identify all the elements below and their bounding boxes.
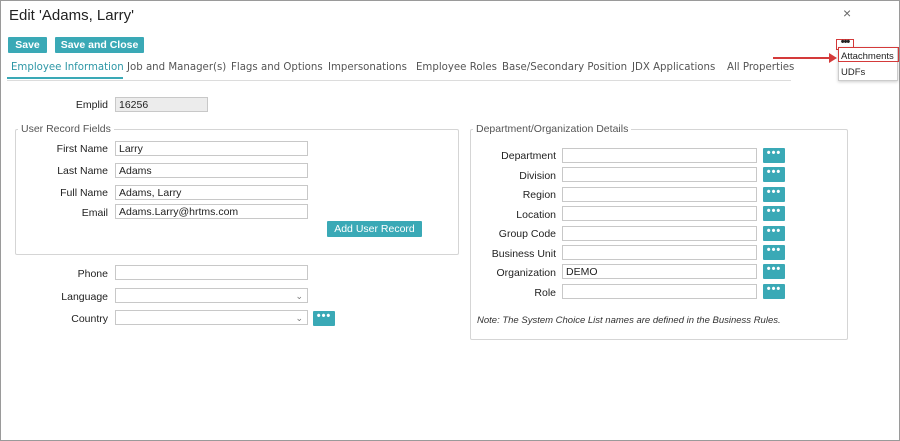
- emplid-field: 16256: [115, 97, 208, 112]
- tab-base-secondary-position[interactable]: Base/Secondary Position: [502, 62, 627, 73]
- division-label: Division: [519, 170, 556, 182]
- last-name-field[interactable]: Adams: [115, 163, 308, 178]
- close-icon[interactable]: ×: [843, 5, 851, 21]
- tab-jdx-applications[interactable]: JDX Applications: [632, 62, 715, 73]
- business-rules-note: Note: The System Choice List names are d…: [477, 315, 781, 326]
- tab-flags-and-options[interactable]: Flags and Options: [231, 62, 323, 73]
- business-unit-field[interactable]: [562, 245, 757, 260]
- organization-field[interactable]: DEMO: [562, 264, 757, 279]
- organization-label: Organization: [496, 267, 556, 279]
- location-lookup-button[interactable]: •••: [763, 206, 785, 221]
- department-field[interactable]: [562, 148, 757, 163]
- group-code-label: Group Code: [498, 228, 556, 240]
- email-field[interactable]: Adams.Larry@hrtms.com: [115, 204, 308, 219]
- location-label: Location: [516, 209, 556, 221]
- tab-employee-roles[interactable]: Employee Roles: [416, 62, 497, 73]
- country-lookup-button[interactable]: •••: [313, 311, 335, 326]
- phone-label: Phone: [77, 268, 108, 280]
- group-code-field[interactable]: [562, 226, 757, 241]
- tab-impersonations[interactable]: Impersonations: [328, 62, 407, 73]
- location-field[interactable]: [562, 206, 757, 221]
- dept-legend: Department/Organization Details: [473, 123, 632, 135]
- first-name-field[interactable]: Larry: [115, 141, 308, 156]
- region-field[interactable]: [562, 187, 757, 202]
- group-code-lookup-button[interactable]: •••: [763, 226, 785, 241]
- organization-lookup-button[interactable]: •••: [763, 264, 785, 279]
- full-name-field[interactable]: Adams, Larry: [115, 185, 308, 200]
- division-lookup-button[interactable]: •••: [763, 167, 785, 182]
- country-select[interactable]: ⌄: [115, 310, 308, 325]
- chevron-down-icon: ⌄: [295, 313, 303, 323]
- language-label: Language: [61, 291, 108, 303]
- arrow-icon: [773, 53, 837, 63]
- tab-bar: Employee Information Job and Manager(s) …: [7, 62, 797, 82]
- last-name-label: Last Name: [57, 165, 108, 177]
- tab-divider: [7, 80, 791, 81]
- region-label: Region: [522, 189, 556, 201]
- business-unit-label: Business Unit: [491, 248, 556, 260]
- add-user-record-button[interactable]: Add User Record: [327, 221, 422, 237]
- menu-item-udfs[interactable]: UDFs: [841, 67, 865, 78]
- department-label: Department: [501, 150, 556, 162]
- save-and-close-button[interactable]: Save and Close: [55, 37, 144, 53]
- division-field[interactable]: [562, 167, 757, 182]
- first-name-label: First Name: [56, 143, 108, 155]
- region-lookup-button[interactable]: •••: [763, 187, 785, 202]
- email-label: Email: [81, 207, 108, 219]
- role-label: Role: [534, 287, 556, 299]
- department-lookup-button[interactable]: •••: [763, 148, 785, 163]
- emplid-label: Emplid: [75, 99, 108, 111]
- dialog-title: Edit 'Adams, Larry': [9, 7, 134, 24]
- language-select[interactable]: ⌄: [115, 288, 308, 303]
- role-field[interactable]: [562, 284, 757, 299]
- role-lookup-button[interactable]: •••: [763, 284, 785, 299]
- attachments-highlight: [838, 47, 899, 62]
- save-button[interactable]: Save: [8, 37, 47, 53]
- chevron-down-icon: ⌄: [295, 291, 303, 301]
- tab-job-and-managers[interactable]: Job and Manager(s): [127, 62, 226, 73]
- tab-employee-information[interactable]: Employee Information: [11, 62, 124, 73]
- active-tab-indicator: [7, 77, 123, 79]
- country-label: Country: [71, 313, 108, 325]
- phone-field[interactable]: [115, 265, 308, 280]
- full-name-label: Full Name: [60, 187, 108, 199]
- business-unit-lookup-button[interactable]: •••: [763, 245, 785, 260]
- user-record-legend: User Record Fields: [18, 123, 114, 135]
